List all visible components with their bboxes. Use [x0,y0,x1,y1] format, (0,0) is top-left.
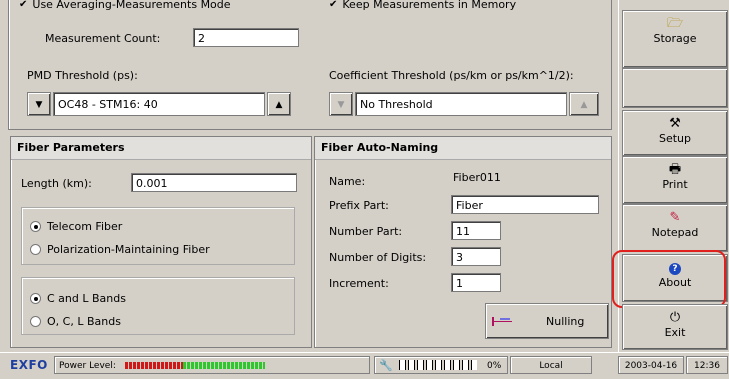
radio-unselected-icon [30,244,41,255]
pmd-threshold-label: PMD Threshold (ps): [27,69,138,82]
sidebar-spacer [622,68,728,108]
mode-cell: Local [510,356,592,374]
radio-o-c-l-bands[interactable]: O, C, L Bands [30,315,121,328]
power-level-cell: Power Level: [54,356,370,374]
arrow-down-icon: ▼ [337,100,345,110]
coef-decrease-button[interactable]: ▼ [329,92,353,116]
wrench-icon: 🔧 [379,359,393,372]
averaging-label: Use Averaging-Measurements Mode [32,0,231,11]
storage-button[interactable]: 🗁 Storage [622,10,728,68]
notepad-icon: ✎ [669,210,681,225]
o-c-l-bands-label: O, C, L Bands [47,315,121,328]
coefficient-threshold-label: Coefficient Threshold (ps/km or ps/km^1/… [329,69,574,82]
radio-telecom-fiber[interactable]: Telecom Fiber [30,220,122,233]
setup-label: Setup [658,132,692,145]
setup-button[interactable]: ⚒ Setup [622,110,728,156]
radio-c-l-bands[interactable]: C and L Bands [30,292,126,305]
time-cell: 12:36 [686,356,728,374]
bands-group: C and L Bands O, C, L Bands [21,277,295,335]
pmd-decrease-button[interactable]: ▼ [27,92,51,116]
number-part-label: Number Part: [329,225,403,238]
progress-bar [399,360,477,370]
pmd-threshold-field[interactable]: OC48 - STM16: 40 [53,92,265,116]
fiber-parameters-panel: Fiber Parameters Length (km): 0.001 Tele… [10,136,312,348]
nulling-icon [492,316,514,326]
name-label: Name: [329,175,366,188]
length-field[interactable]: 0.001 [131,173,297,192]
print-button[interactable]: 🖶 Print [622,156,728,204]
radio-pm-fiber[interactable]: Polarization-Maintaining Fiber [30,243,210,256]
notepad-label: Notepad [651,226,699,239]
digits-field[interactable]: 3 [451,247,501,266]
increment-label: Increment: [329,277,389,290]
measurement-settings-panel: ✔ Use Averaging-Measurements Mode ✔ Keep… [8,0,612,130]
coef-increase-button[interactable]: ▲ [569,92,599,116]
exit-button[interactable]: ⏻ Exit [622,304,728,350]
measurement-count-label: Measurement Count: [45,32,161,45]
notepad-button[interactable]: ✎ Notepad [622,204,728,252]
radio-selected-icon [30,221,41,232]
about-highlight [612,250,726,308]
progress-cell: 🔧 0% [374,356,508,374]
date-cell: 2003-04-16 [618,356,684,374]
increment-field[interactable]: 1 [451,273,501,292]
print-label: Print [662,178,688,191]
digits-label: Number of Digits: [329,251,427,264]
power-level-meter [125,362,265,369]
exit-label: Exit [664,326,686,339]
name-value: Fiber011 [453,171,501,184]
keep-memory-checkbox[interactable]: ✔ Keep Measurements in Memory [329,0,516,11]
folder-icon: 🗁 [666,16,684,31]
power-level-label: Power Level: [59,361,116,371]
pm-fiber-label: Polarization-Maintaining Fiber [47,243,210,256]
keep-memory-label: Keep Measurements in Memory [342,0,517,11]
storage-label: Storage [653,32,697,45]
prefix-label: Prefix Part: [329,199,389,212]
brand-logo: EXFO [10,358,48,372]
number-part-field[interactable]: 11 [451,221,501,240]
length-label: Length (km): [21,177,92,190]
c-l-bands-label: C and L Bands [47,292,126,305]
radio-selected-icon [30,293,41,304]
progress-percent: 0% [487,361,502,371]
fiber-parameters-title: Fiber Parameters [11,137,311,160]
telecom-fiber-label: Telecom Fiber [47,220,123,233]
pmd-increase-button[interactable]: ▲ [267,92,291,116]
nulling-button[interactable]: Nulling [485,303,609,339]
nulling-label: Nulling [546,314,585,328]
arrow-up-icon: ▲ [275,100,283,110]
coefficient-threshold-field[interactable]: No Threshold [355,92,567,116]
fiber-auto-naming-panel: Fiber Auto-Naming Name: Fiber011 Prefix … [314,136,612,348]
fiber-auto-naming-title: Fiber Auto-Naming [315,137,611,160]
prefix-field[interactable]: Fiber [451,195,599,214]
check-icon: ✔ [19,0,28,10]
arrow-down-icon: ▼ [35,100,43,110]
check-icon: ✔ [329,0,338,10]
radio-unselected-icon [30,316,41,327]
arrow-up-icon: ▲ [580,100,588,110]
printer-icon: 🖶 [668,162,682,177]
fiber-type-group: Telecom Fiber Polarization-Maintaining F… [21,207,295,265]
measurement-count-field[interactable]: 2 [193,28,299,47]
averaging-checkbox[interactable]: ✔ Use Averaging-Measurements Mode [19,0,231,11]
tools-icon: ⚒ [669,116,681,131]
power-icon: ⏻ [669,310,681,325]
